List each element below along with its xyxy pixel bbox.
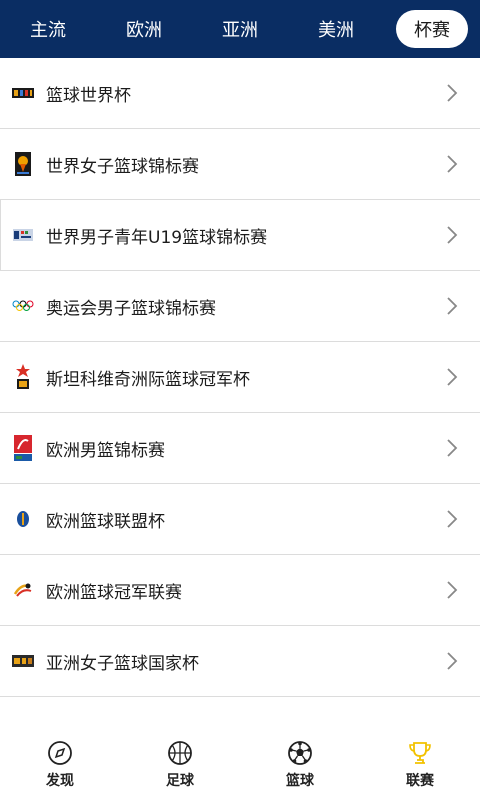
nav-basketball[interactable]: 篮球 xyxy=(240,730,360,800)
list-item[interactable]: 欧洲篮球冠军联赛 xyxy=(0,555,480,626)
chevron-right-icon xyxy=(447,510,458,528)
nav-label: 联赛 xyxy=(406,773,434,789)
chevron-right-icon xyxy=(447,226,458,244)
nav-discover[interactable]: 发现 xyxy=(0,730,120,800)
fiba-world-cup-logo-icon xyxy=(12,82,34,104)
compass-icon xyxy=(48,741,72,765)
fiba-women-world-cup-logo-icon xyxy=(12,152,34,176)
tab-mainstream[interactable]: 主流 xyxy=(0,0,96,58)
champions-league-logo-icon xyxy=(12,579,34,601)
bottom-navigation: 发现 足球 篮球 联赛 xyxy=(0,730,480,800)
list-item[interactable]: 世界女子篮球锦标赛 xyxy=(0,129,480,200)
list-item[interactable]: 欧洲篮球联盟杯 xyxy=(0,484,480,555)
competition-label: 欧洲篮球冠军联赛 xyxy=(46,582,182,603)
list-item[interactable]: 奥运会男子篮球锦标赛 xyxy=(0,271,480,342)
competition-label: 篮球世界杯 xyxy=(46,85,131,106)
soccer-ball-icon xyxy=(288,741,312,765)
divider xyxy=(0,200,1,270)
chevron-right-icon xyxy=(447,652,458,670)
tab-americas[interactable]: 美洲 xyxy=(288,0,384,58)
nav-leagues[interactable]: 联赛 xyxy=(360,730,480,800)
nav-label: 足球 xyxy=(166,773,194,789)
tab-cups[interactable]: 杯赛 xyxy=(384,0,480,58)
competition-label: 世界女子篮球锦标赛 xyxy=(46,156,199,177)
competition-label: 奥运会男子篮球锦标赛 xyxy=(46,298,216,319)
list-item[interactable]: 欧洲男篮锦标赛 xyxy=(0,413,480,484)
chevron-right-icon xyxy=(447,581,458,599)
chevron-right-icon xyxy=(447,368,458,386)
list-item[interactable]: 斯坦科维奇洲际篮球冠军杯 xyxy=(0,342,480,413)
stankovic-cup-logo-icon xyxy=(12,364,34,389)
tab-label: 杯赛 xyxy=(396,10,468,48)
nav-football[interactable]: 足球 xyxy=(120,730,240,800)
fiba-u19-logo-icon xyxy=(12,224,34,246)
category-tab-bar: 主流 欧洲 亚洲 美洲 杯赛 xyxy=(0,0,480,58)
competition-label: 斯坦科维奇洲际篮球冠军杯 xyxy=(46,369,250,390)
eurobasket-logo-icon xyxy=(12,435,34,461)
tab-label: 亚洲 xyxy=(222,20,258,41)
tab-label: 欧洲 xyxy=(126,20,162,41)
tab-label: 主流 xyxy=(30,20,66,41)
chevron-right-icon xyxy=(447,439,458,457)
tab-europe[interactable]: 欧洲 xyxy=(96,0,192,58)
basketball-icon xyxy=(168,741,192,765)
competition-label: 欧洲篮球联盟杯 xyxy=(46,511,165,532)
nav-label: 发现 xyxy=(46,773,74,789)
fiba-asia-women-logo-icon xyxy=(12,650,34,672)
competition-label: 欧洲男篮锦标赛 xyxy=(46,440,165,461)
competition-label: 世界男子青年U19篮球锦标赛 xyxy=(46,227,268,248)
chevron-right-icon xyxy=(447,297,458,315)
nav-label: 篮球 xyxy=(286,773,314,789)
tab-label: 美洲 xyxy=(318,20,354,41)
euroleague-cup-logo-icon xyxy=(12,508,34,530)
list-item[interactable]: 篮球世界杯 xyxy=(0,58,480,129)
chevron-right-icon xyxy=(447,84,458,102)
competition-list: 篮球世界杯 世界女子篮球锦标赛 世界男子青年U19篮球锦标赛 奥运会男子篮球锦标… xyxy=(0,58,480,697)
list-item[interactable]: 世界男子青年U19篮球锦标赛 xyxy=(0,200,480,271)
list-item[interactable]: 亚洲女子篮球国家杯 xyxy=(0,626,480,697)
tab-asia[interactable]: 亚洲 xyxy=(192,0,288,58)
chevron-right-icon xyxy=(447,155,458,173)
olympic-rings-icon xyxy=(12,295,34,317)
trophy-icon xyxy=(409,742,431,764)
competition-label: 亚洲女子篮球国家杯 xyxy=(46,653,199,674)
